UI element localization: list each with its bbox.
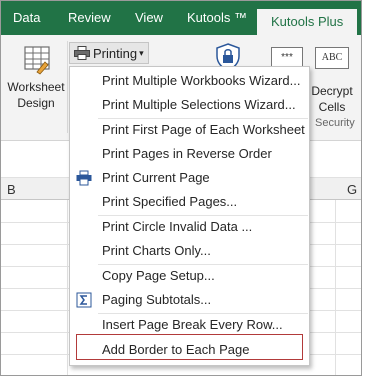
- menu-item-print-current-page[interactable]: Print Current Page: [70, 166, 309, 190]
- tab-review[interactable]: Review: [68, 1, 111, 35]
- printer-icon: [74, 46, 90, 60]
- printing-label: Printing: [93, 45, 138, 61]
- printing-dropdown-menu: Print Multiple Workbooks Wizard... Print…: [69, 66, 310, 366]
- menu-item-print-multiple-workbooks[interactable]: Print Multiple Workbooks Wizard...: [70, 69, 309, 93]
- worksheet-design-icon: [24, 46, 50, 75]
- worksheet-design-button[interactable]: Worksheet Design: [5, 43, 67, 115]
- menu-item-label: Paging Subtotals...: [102, 292, 212, 307]
- menu-item-print-specified-pages[interactable]: Print Specified Pages...: [70, 190, 309, 214]
- tab-data[interactable]: Data: [13, 1, 40, 35]
- menu-item-copy-page-setup[interactable]: Copy Page Setup...: [70, 264, 309, 288]
- tab-kutools[interactable]: Kutools ™: [187, 1, 247, 35]
- sigma-icon: [76, 292, 92, 308]
- menu-item-paging-subtotals[interactable]: Paging Subtotals...: [70, 288, 309, 312]
- tab-kutools-plus[interactable]: Kutools Plus: [257, 9, 358, 35]
- menu-item-label: Print Current Page: [102, 170, 210, 185]
- security-group-label: Security: [315, 117, 355, 129]
- menu-item-print-charts-only[interactable]: Print Charts Only...: [70, 239, 309, 263]
- excel-window: Data Review View Kutools ™ Kutools Plus …: [0, 0, 362, 376]
- ribbon-separator: [67, 41, 68, 133]
- decrypt-cells-label-line2[interactable]: Cells: [305, 99, 359, 115]
- ribbon-tab-bar: Data Review View Kutools ™ Kutools Plus: [1, 1, 361, 35]
- highlight-box: [76, 334, 303, 360]
- column-header-b[interactable]: B: [7, 182, 16, 197]
- menu-item-print-multiple-selections[interactable]: Print Multiple Selections Wizard...: [70, 93, 309, 117]
- worksheet-design-label-line1: Worksheet: [7, 80, 65, 94]
- column-header-g[interactable]: G: [347, 182, 357, 197]
- printing-dropdown-button[interactable]: Printing ▾: [69, 42, 149, 64]
- printer-icon: [76, 170, 92, 186]
- menu-item-print-reverse-order[interactable]: Print Pages in Reverse Order: [70, 142, 309, 166]
- menu-item-print-first-page[interactable]: Print First Page of Each Worksheet: [70, 118, 309, 142]
- chevron-down-icon: ▾: [139, 47, 144, 58]
- decrypt-cells-icon[interactable]: ABC: [315, 47, 349, 69]
- decrypt-cells-label-line1[interactable]: Decrypt: [305, 83, 359, 99]
- worksheet-design-label-line2: Design: [17, 96, 55, 110]
- tab-view[interactable]: View: [135, 1, 163, 35]
- menu-item-print-circle-invalid[interactable]: Print Circle Invalid Data ...: [70, 215, 309, 239]
